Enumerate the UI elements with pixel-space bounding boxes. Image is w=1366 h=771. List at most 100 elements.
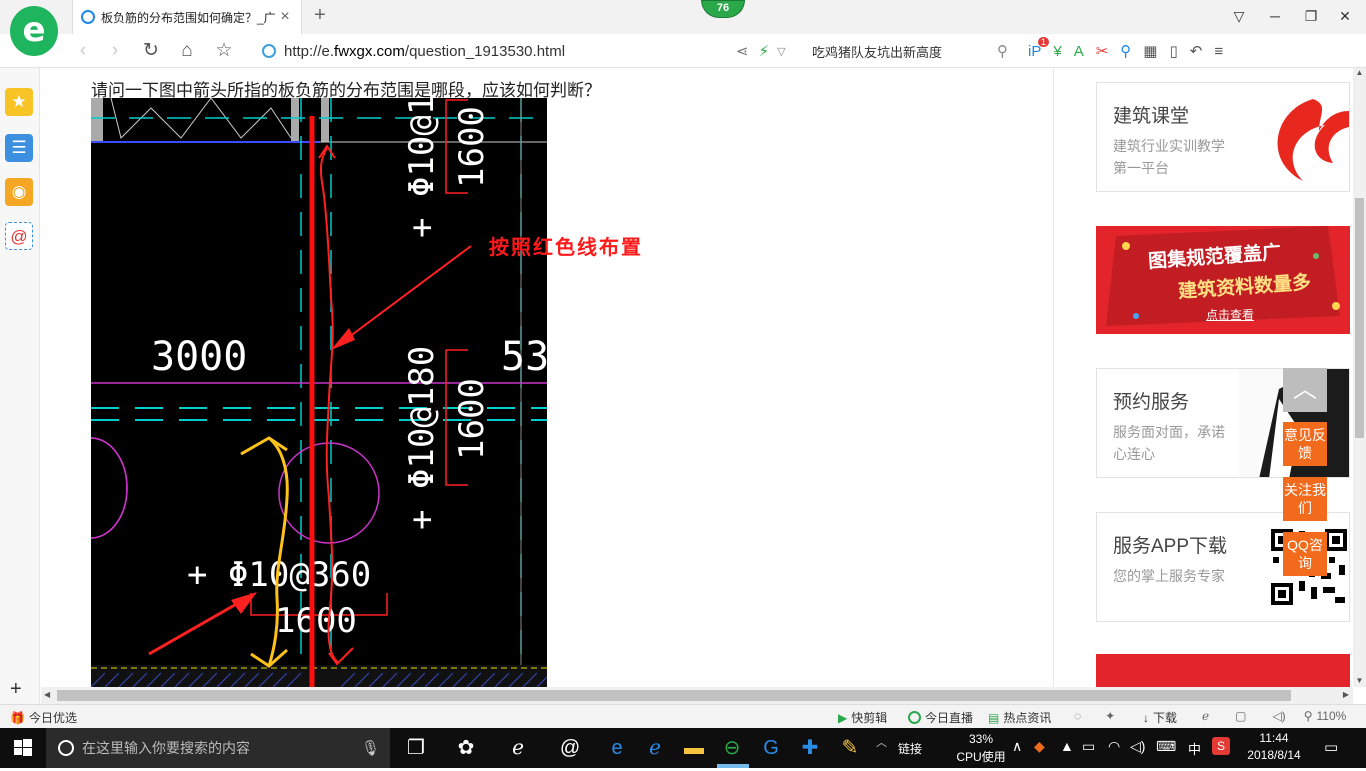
search-box[interactable]: 吃鸡猪队友坑出新高度 ⚲	[812, 39, 1008, 63]
window-icon[interactable]: ▢	[1235, 709, 1246, 723]
notification-bell-icon[interactable]: ▲	[1060, 738, 1074, 754]
back-to-top-button[interactable]: ︿	[1283, 368, 1327, 412]
mail-icon[interactable]: @	[5, 222, 33, 250]
news-item[interactable]: ▤ 热点资讯	[988, 709, 1051, 726]
favorites-star-icon[interactable]: ★	[5, 88, 33, 116]
game-tray-icon[interactable]: ◆	[1034, 738, 1045, 755]
banner-cta[interactable]: 点击查看	[1206, 306, 1254, 323]
scroll-down-icon[interactable]: ▼	[1353, 676, 1366, 685]
scroll-up-icon[interactable]: ▲	[1353, 68, 1366, 77]
home-button[interactable]: ⌂	[174, 39, 200, 63]
browser-logo-icon[interactable]: e	[10, 6, 58, 56]
clock-time[interactable]: 11:44	[1242, 731, 1306, 745]
magnifier-icon[interactable]: ⚲	[1120, 42, 1131, 60]
new-tab-button[interactable]: +	[310, 4, 330, 28]
speed-icon[interactable]: ◌	[1074, 709, 1081, 723]
scissors-icon[interactable]: ✂	[1096, 42, 1109, 60]
undo-icon[interactable]: ↶	[1190, 42, 1203, 60]
forward-button[interactable]: ›	[102, 39, 128, 63]
browser-tab[interactable]: 板负筋的分布范围如何确定？_广 ×	[72, 0, 302, 34]
ime-indicator[interactable]: 中	[1188, 739, 1201, 758]
menu-icon[interactable]: ≡	[1214, 43, 1223, 60]
today-picks[interactable]: 🎁 今日优选	[10, 709, 77, 726]
chevron-up-icon[interactable]: ︿	[876, 734, 887, 750]
task-view-icon[interactable]: ❐	[402, 734, 430, 762]
scroll-right-icon[interactable]: ▶	[1343, 690, 1349, 699]
card-subtitle: 您的掌上服务专家	[1113, 568, 1225, 584]
keyboard-icon[interactable]: ⌨	[1156, 738, 1176, 755]
scroll-left-icon[interactable]: ◀	[44, 690, 50, 699]
apps-grid-icon[interactable]: ▦	[1143, 42, 1157, 60]
feedback-button[interactable]: 意见反馈	[1283, 422, 1327, 466]
status-label: 今日直播	[925, 711, 974, 725]
zoom-level[interactable]: 110%	[1316, 709, 1346, 723]
lightning-icon[interactable]: ⚡	[759, 42, 770, 60]
fan-app-icon[interactable]: ✿	[452, 734, 480, 762]
translate-icon[interactable]: A	[1074, 43, 1084, 60]
add-sidebar-icon[interactable]: +	[10, 678, 22, 701]
extension-ip-icon[interactable]: iP 1	[1028, 36, 1050, 60]
zoom-icon[interactable]: ⚲	[1304, 709, 1313, 723]
weibo-icon[interactable]: ◉	[5, 178, 33, 206]
qq-consult-button[interactable]: QQ咨询	[1283, 532, 1327, 576]
close-window-button[interactable]: ✕	[1330, 4, 1360, 28]
refresh-button[interactable]: ↻	[138, 39, 164, 63]
restore-button[interactable]: ❐	[1296, 4, 1326, 28]
tab-close-icon[interactable]: ×	[277, 8, 293, 26]
download-item[interactable]: ↓ 下载	[1143, 709, 1177, 726]
windows-taskbar: 在这里输入你要搜索的内容 🎙 ❐ ✿ ℯ @ e ℯ ▬ ⊖ G ✚ ✎ ︿ 链…	[0, 728, 1366, 768]
pin-icon[interactable]: ✦	[1105, 709, 1115, 723]
notification-badge[interactable]: 76	[701, 0, 745, 18]
taskbar-search[interactable]: 在这里输入你要搜索的内容 🎙	[46, 728, 390, 768]
ie-mode-icon[interactable]: ℯ	[1202, 709, 1209, 723]
plus-app-icon[interactable]: ✚	[796, 734, 824, 762]
follow-button[interactable]: 关注我们	[1283, 477, 1327, 521]
horizontal-scrollbar[interactable]: ◀ ▶	[41, 687, 1353, 704]
status-bar: 🎁 今日优选 ▶ 快剪辑 今日直播 ▤ 热点资讯 ◌ ✦ ↓ 下载 ℯ ▢ ◁)…	[0, 704, 1366, 728]
search-icon[interactable]: ⚲	[997, 42, 1008, 60]
vertical-scroll-thumb[interactable]	[1355, 198, 1364, 438]
horizontal-scroll-thumb[interactable]	[57, 690, 1291, 701]
swirl-app-icon[interactable]: @	[556, 734, 584, 762]
money-icon[interactable]: ¥	[1053, 43, 1061, 60]
url-field[interactable]: http://e.fwxgx.com/question_1913530.html	[262, 39, 722, 63]
reading-list-icon[interactable]: ☰	[5, 134, 33, 162]
speaker-icon[interactable]: ◁)	[1130, 738, 1145, 755]
share-icon[interactable]: ⋖	[736, 42, 749, 60]
battery-icon[interactable]: ▭	[1082, 738, 1095, 755]
taskbar-search-input[interactable]: 在这里输入你要搜索的内容	[82, 738, 361, 758]
minimize-button[interactable]: ─	[1260, 4, 1290, 28]
chevron-down-icon[interactable]: ▽	[777, 45, 785, 58]
wifi-icon[interactable]: ◠	[1108, 738, 1120, 755]
start-button[interactable]	[0, 728, 46, 768]
download-icon: ↓	[1143, 710, 1149, 725]
live-item[interactable]: 今日直播	[908, 709, 973, 726]
sogou-ime-icon[interactable]: S	[1212, 737, 1230, 755]
vertical-scrollbar[interactable]: ▲ ▼	[1353, 68, 1366, 687]
quick-edit-item[interactable]: ▶ 快剪辑	[838, 709, 887, 726]
promo-banner[interactable]: 图集规范覆盖广 建筑资料数量多 点击查看	[1096, 226, 1350, 334]
clock-date[interactable]: 2018/8/14	[1242, 748, 1306, 762]
edge-icon[interactable]: e	[603, 734, 631, 762]
g-app-icon[interactable]: G	[757, 734, 785, 762]
column-divider	[1053, 68, 1054, 687]
link-label[interactable]: 链接	[898, 740, 922, 757]
tablet-icon[interactable]: ▯	[1169, 42, 1177, 60]
volume-icon[interactable]: ◁)	[1272, 709, 1285, 723]
notepad-app-icon[interactable]: ✎	[836, 734, 864, 762]
annotation-arrow	[331, 245, 472, 350]
edge-legacy-icon[interactable]: ℯ	[504, 734, 532, 762]
card-building-class[interactable]: 建筑课堂 建筑行业实训教学第一平台	[1096, 82, 1350, 192]
file-explorer-icon[interactable]: ▬	[680, 734, 708, 762]
ie-icon[interactable]: ℯ	[641, 734, 669, 762]
tray-expand-icon[interactable]: ∧	[1012, 738, 1022, 755]
card-title: 预约服务	[1113, 392, 1190, 413]
skin-icon[interactable]: ▽	[1224, 4, 1254, 28]
microphone-icon[interactable]: 🎙	[361, 739, 380, 757]
search-input[interactable]: 吃鸡猪队友坑出新高度	[812, 42, 997, 61]
favorite-star-icon[interactable]: ☆	[211, 39, 237, 63]
browser-app-icon[interactable]: ⊖	[718, 734, 746, 762]
back-button[interactable]: ‹	[70, 39, 96, 63]
bottom-promo-banner[interactable]	[1096, 654, 1350, 687]
action-center-icon[interactable]: ▭	[1324, 738, 1338, 756]
